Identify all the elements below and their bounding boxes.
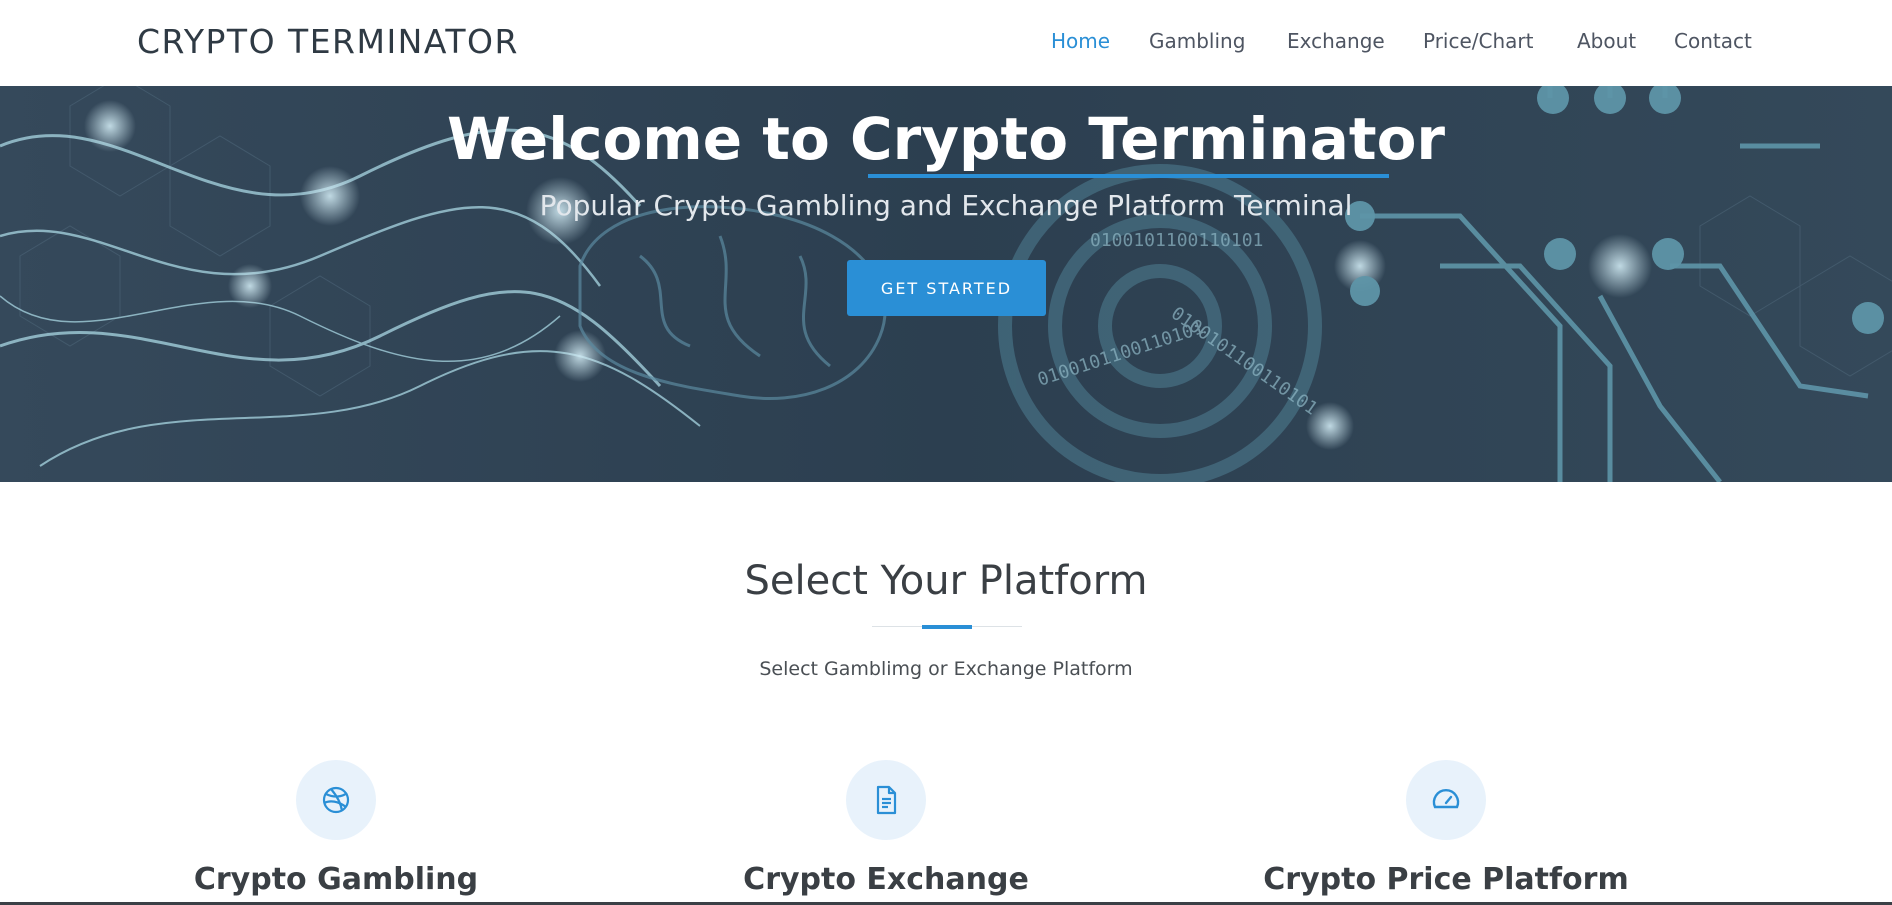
card-title[interactable]: Crypto Price Platform [1166,860,1726,900]
card-crypto-price-platform[interactable]: Crypto Price Platform [1166,760,1726,905]
hero-title-highlight: Crypto Terminator [850,105,1446,173]
dribbble-icon [296,760,376,840]
card-crypto-exchange[interactable]: Crypto Exchange [606,760,1166,905]
document-icon [846,760,926,840]
section-divider-accent [922,625,972,629]
site-header: CRYPTO TERMINATOR Home Gambling Exchange… [0,0,1892,86]
hero-title: Welcome to Crypto Terminator [0,104,1892,174]
get-started-button[interactable]: GET STARTED [847,260,1046,316]
section-title: Select Your Platform [744,558,1148,604]
section-description: Select Gamblimg or Exchange Platform [759,658,1133,680]
nav-price-chart[interactable]: Price/Chart [1423,26,1534,56]
nav-home[interactable]: Home [1051,26,1110,56]
hero-section: 0100101100110101 0100101100110101 010010… [0,86,1892,482]
card-title[interactable]: Crypto Exchange [606,860,1166,900]
nav-gambling[interactable]: Gambling [1149,26,1245,56]
nav-contact[interactable]: Contact [1674,26,1752,56]
hero-title-underline [868,174,1389,178]
hero-bg-binary-text: 0100101100110101 [1090,230,1263,251]
site-logo[interactable]: CRYPTO TERMINATOR [137,20,519,64]
hero-title-prefix: Welcome to [446,105,851,173]
card-title[interactable]: Crypto Gambling [56,860,616,900]
nav-exchange[interactable]: Exchange [1287,26,1385,56]
nav-about[interactable]: About [1577,26,1636,56]
hero-subtitle: Popular Crypto Gambling and Exchange Pla… [539,189,1353,222]
card-crypto-gambling[interactable]: Crypto Gambling [56,760,616,905]
speedometer-icon [1406,760,1486,840]
